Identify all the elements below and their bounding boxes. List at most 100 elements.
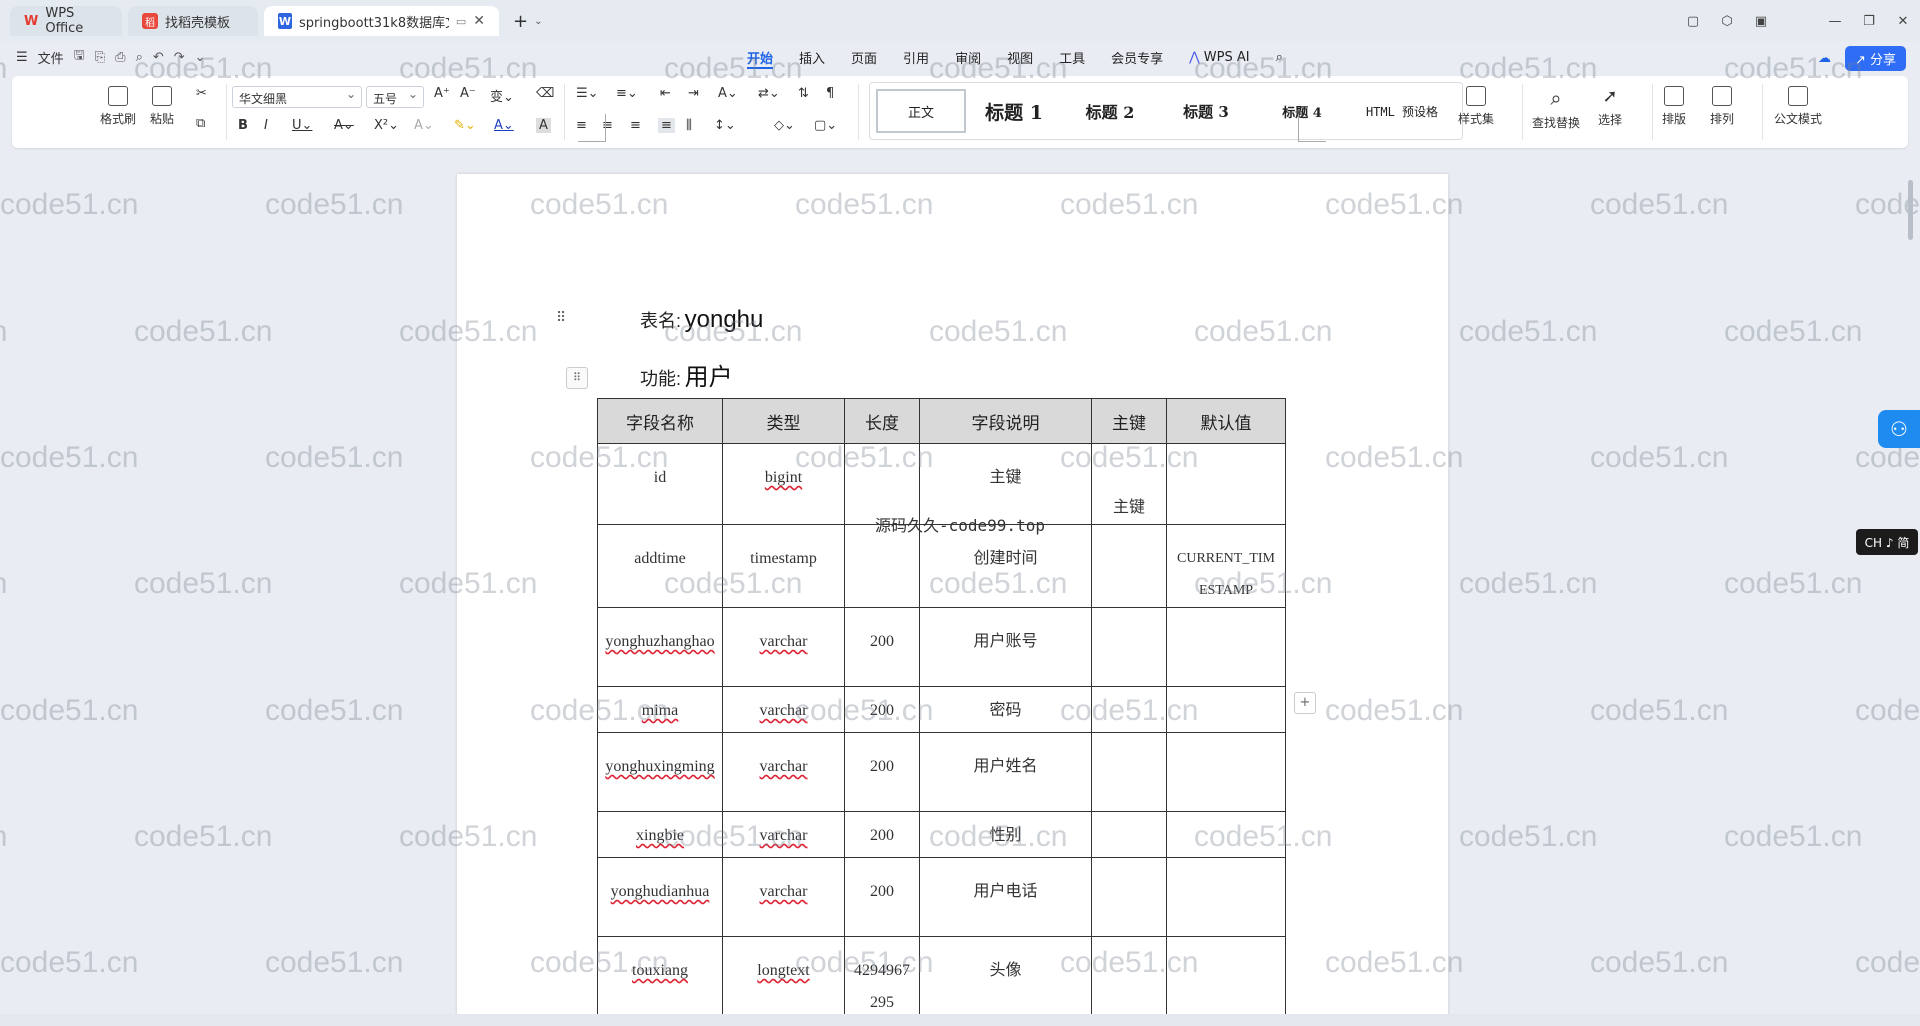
style-heading-3[interactable]: 标题 3: [1158, 89, 1254, 133]
cell-pk[interactable]: [1091, 811, 1167, 858]
share-button[interactable]: ↗ 分享: [1844, 46, 1906, 71]
font-name-select[interactable]: 华文细黑: [232, 86, 362, 108]
decrease-indent-icon[interactable]: ⇤: [660, 86, 671, 101]
new-tab-icon[interactable]: +: [513, 11, 528, 32]
drag-handle-icon[interactable]: ⠿: [556, 310, 566, 326]
close-tab-icon[interactable]: ✕: [473, 13, 485, 29]
copy-icon[interactable]: ⧉: [196, 116, 205, 131]
cell-desc[interactable]: 密码: [919, 686, 1092, 733]
shading-icon[interactable]: ◇⌄: [774, 118, 795, 133]
tab-view[interactable]: 视图: [994, 42, 1046, 72]
cell-pk[interactable]: [1091, 686, 1167, 733]
tab-references[interactable]: 引用: [890, 42, 942, 72]
cell-pk[interactable]: [1091, 936, 1167, 1020]
save-icon[interactable]: 🖫: [74, 46, 85, 68]
char-shading-icon[interactable]: A: [536, 118, 551, 133]
cell-name[interactable]: yonghuzhanghao: [597, 607, 723, 687]
tab-home[interactable]: 开始: [734, 42, 786, 72]
font-size-select[interactable]: 五号: [366, 86, 424, 108]
tab-wps-ai[interactable]: ⋀ WPS AI: [1176, 42, 1262, 72]
cell-length[interactable]: 200: [844, 811, 920, 858]
vertical-scrollbar[interactable]: [1906, 162, 1916, 1012]
restore-icon[interactable]: ❐: [1852, 14, 1886, 29]
cell-type[interactable]: varchar: [722, 811, 845, 858]
border-icon[interactable]: ▢⌄: [814, 118, 837, 133]
line-break-icon[interactable]: ⇄⌄: [758, 86, 780, 101]
text-effect-icon[interactable]: A⌄: [414, 118, 434, 133]
cell-desc[interactable]: 头像: [919, 936, 1092, 1020]
arrange-button[interactable]: 排列: [1710, 86, 1734, 127]
grow-font-icon[interactable]: A⁺: [434, 86, 450, 101]
table-handle-icon[interactable]: ⠿: [566, 367, 588, 389]
cell-type[interactable]: timestamp: [722, 524, 845, 608]
close-window-icon[interactable]: ✕: [1886, 14, 1920, 29]
cell-default[interactable]: CURRENT_TIMESTAMP: [1166, 524, 1286, 608]
cell-pk[interactable]: 主键: [1091, 443, 1167, 525]
official-mode-button[interactable]: 公文模式: [1774, 86, 1822, 127]
strikethrough-icon[interactable]: A⌄: [334, 118, 354, 133]
cell-type[interactable]: varchar: [722, 686, 845, 733]
select-button[interactable]: ➚ 选择: [1598, 86, 1622, 128]
phonetic-icon[interactable]: 变⌄: [490, 86, 514, 105]
superscript-icon[interactable]: X²⌄: [374, 118, 399, 133]
cell-name[interactable]: touxiang: [597, 936, 723, 1020]
cell-name[interactable]: yonghudianhua: [597, 857, 723, 937]
chevron-down-icon[interactable]: ⌄: [534, 16, 542, 27]
redo-icon[interactable]: ↷: [174, 50, 185, 65]
cell-pk[interactable]: [1091, 607, 1167, 687]
cell-length[interactable]: 4294967295: [844, 936, 920, 1020]
clear-format-icon[interactable]: ⌫: [536, 86, 554, 101]
scroll-thumb[interactable]: [1908, 180, 1913, 240]
cell-desc[interactable]: 创建时间: [919, 524, 1092, 608]
numbered-list-icon[interactable]: ≡⌄: [616, 86, 638, 101]
cell-type[interactable]: varchar: [722, 607, 845, 687]
cell-default[interactable]: [1166, 936, 1286, 1020]
cell-default[interactable]: [1166, 443, 1286, 525]
cell-pk[interactable]: [1091, 857, 1167, 937]
cube-icon[interactable]: ⬡: [1710, 14, 1744, 29]
cell-desc[interactable]: 性别: [919, 811, 1092, 858]
italic-icon[interactable]: I: [264, 118, 268, 133]
layout-icon[interactable]: ▢: [1676, 14, 1710, 29]
style-heading-2[interactable]: 标题 2: [1062, 89, 1158, 133]
cell-pk[interactable]: [1091, 732, 1167, 812]
cut-icon[interactable]: ✂: [196, 86, 207, 101]
cell-name[interactable]: addtime: [597, 524, 723, 608]
tab-wps-office[interactable]: W WPS Office: [10, 6, 122, 36]
tab-tools[interactable]: 工具: [1046, 42, 1098, 72]
typeset-button[interactable]: 排版: [1662, 86, 1686, 127]
cell-desc[interactable]: 用户账号: [919, 607, 1092, 687]
undo-icon[interactable]: ↶: [153, 50, 164, 65]
show-marks-icon[interactable]: ¶: [826, 86, 834, 101]
export-icon[interactable]: ⎘: [95, 50, 105, 65]
search-icon[interactable]: ⌕: [1263, 42, 1296, 72]
cloud-upload-icon[interactable]: ☁: [1818, 51, 1831, 66]
cell-pk[interactable]: [1091, 524, 1167, 608]
window-mode-icon[interactable]: ▭: [456, 15, 466, 28]
tab-template[interactable]: 稻 找稻壳模板: [128, 6, 258, 36]
bullet-list-icon[interactable]: ☰⌄: [576, 86, 599, 101]
format-painter-button[interactable]: 格式刷: [100, 86, 136, 127]
paste-button[interactable]: 粘贴: [150, 86, 174, 127]
cell-default[interactable]: [1166, 811, 1286, 858]
cell-name[interactable]: xingbie: [597, 811, 723, 858]
cell-default[interactable]: [1166, 607, 1286, 687]
style-normal[interactable]: 正文: [876, 89, 966, 133]
tab-document[interactable]: W springboott31k8数据库文档 ▭ ✕: [264, 6, 499, 36]
underline-icon[interactable]: U⌄: [292, 118, 312, 133]
bold-icon[interactable]: B: [238, 118, 248, 133]
tab-page[interactable]: 页面: [838, 42, 890, 72]
tab-review[interactable]: 审阅: [942, 42, 994, 72]
cell-type[interactable]: bigint: [722, 443, 845, 525]
chevron-down-icon[interactable]: ⌄: [195, 50, 206, 65]
cell-length[interactable]: 200: [844, 857, 920, 937]
cell-type[interactable]: varchar: [722, 732, 845, 812]
cell-default[interactable]: [1166, 732, 1286, 812]
cell-type[interactable]: longtext: [722, 936, 845, 1020]
sort-icon[interactable]: ⇅: [798, 86, 809, 101]
cell-default[interactable]: [1166, 857, 1286, 937]
cell-name[interactable]: mima: [597, 686, 723, 733]
distribute-icon[interactable]: ⫼: [686, 118, 692, 133]
add-row-icon[interactable]: +: [1294, 692, 1316, 714]
file-menu[interactable]: 文件: [38, 48, 64, 67]
